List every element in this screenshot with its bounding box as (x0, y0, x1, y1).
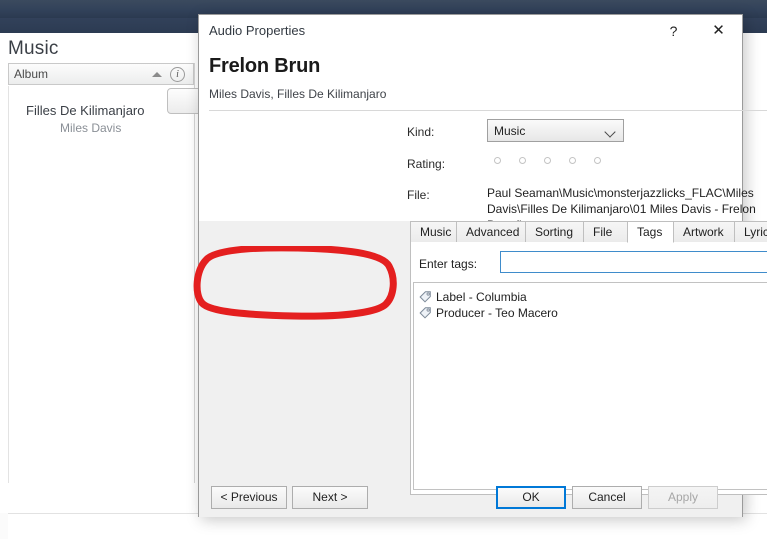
rating-dot-2[interactable] (519, 157, 526, 164)
tab-lyrics[interactable]: Lyrics (734, 221, 767, 243)
album-list-item-artist: Miles Davis (60, 121, 122, 135)
header-divider (209, 110, 767, 111)
enter-tags-label: Enter tags: (419, 257, 478, 271)
list-item[interactable]: Producer - Teo Macero (414, 305, 767, 321)
next-button[interactable]: Next > (292, 486, 368, 509)
album-list-panel[interactable] (8, 86, 194, 483)
sort-ascending-icon[interactable] (152, 72, 162, 77)
file-label: File: (407, 188, 430, 202)
panel-divider (194, 63, 195, 483)
list-item-label: Label - Columbia (436, 290, 527, 304)
cancel-button[interactable]: Cancel (572, 486, 642, 509)
info-icon[interactable]: i (170, 67, 185, 82)
previous-button[interactable]: < Previous (211, 486, 287, 509)
tab-artwork[interactable]: Artwork (673, 221, 735, 243)
album-sort-label: Album (14, 67, 49, 81)
tab-sorting[interactable]: Sorting (525, 221, 584, 243)
rating-dot-4[interactable] (569, 157, 576, 164)
rating-stepper[interactable] (494, 157, 601, 164)
album-list-item-title[interactable]: Filles De Kilimanjaro (26, 103, 144, 118)
tags-listbox[interactable]: Label - Columbia Producer - Teo Macero (413, 282, 767, 490)
song-title: Frelon Brun (209, 55, 321, 77)
tags-input[interactable] (500, 251, 767, 273)
dialog-title: Audio Properties (209, 23, 306, 38)
chevron-down-icon (604, 126, 616, 138)
dialog-tabstrip: Music Advanced Sorting File Tags Artwork… (410, 221, 767, 243)
kind-select-value: Music (494, 124, 526, 138)
help-icon[interactable]: ? (651, 17, 696, 45)
rating-dot-3[interactable] (544, 157, 551, 164)
audio-properties-dialog: Audio Properties ? ✕ Frelon Brun Miles D… (198, 14, 767, 517)
kind-label: Kind: (407, 125, 435, 139)
song-subtitle: Miles Davis, Filles De Kilimanjaro (209, 87, 387, 101)
rating-label: Rating: (407, 157, 446, 171)
rating-dot-1[interactable] (494, 157, 501, 164)
tab-music[interactable]: Music (410, 221, 457, 243)
list-item[interactable]: Label - Columbia (414, 289, 767, 305)
apply-button: Apply (648, 486, 718, 509)
music-app-heading: Music (8, 38, 59, 59)
tab-advanced[interactable]: Advanced (456, 221, 526, 243)
tags-tab-panel: Enter tags: Add Remove (410, 242, 767, 495)
ok-button[interactable]: OK (496, 486, 566, 509)
list-item-label: Producer - Teo Macero (436, 306, 558, 320)
close-icon[interactable]: ✕ (696, 17, 741, 45)
desktop-titlebar-right-extension (742, 18, 767, 33)
kind-select[interactable]: Music (487, 119, 624, 142)
tab-tags[interactable]: Tags (627, 221, 674, 243)
rating-dot-5[interactable] (594, 157, 601, 164)
tag-icon (418, 306, 432, 320)
screen: Music Album i Filles De Kilimanjaro Mile… (0, 0, 767, 539)
tab-file[interactable]: File (583, 221, 628, 243)
tag-icon (418, 290, 432, 304)
app-status-bar (0, 513, 8, 539)
